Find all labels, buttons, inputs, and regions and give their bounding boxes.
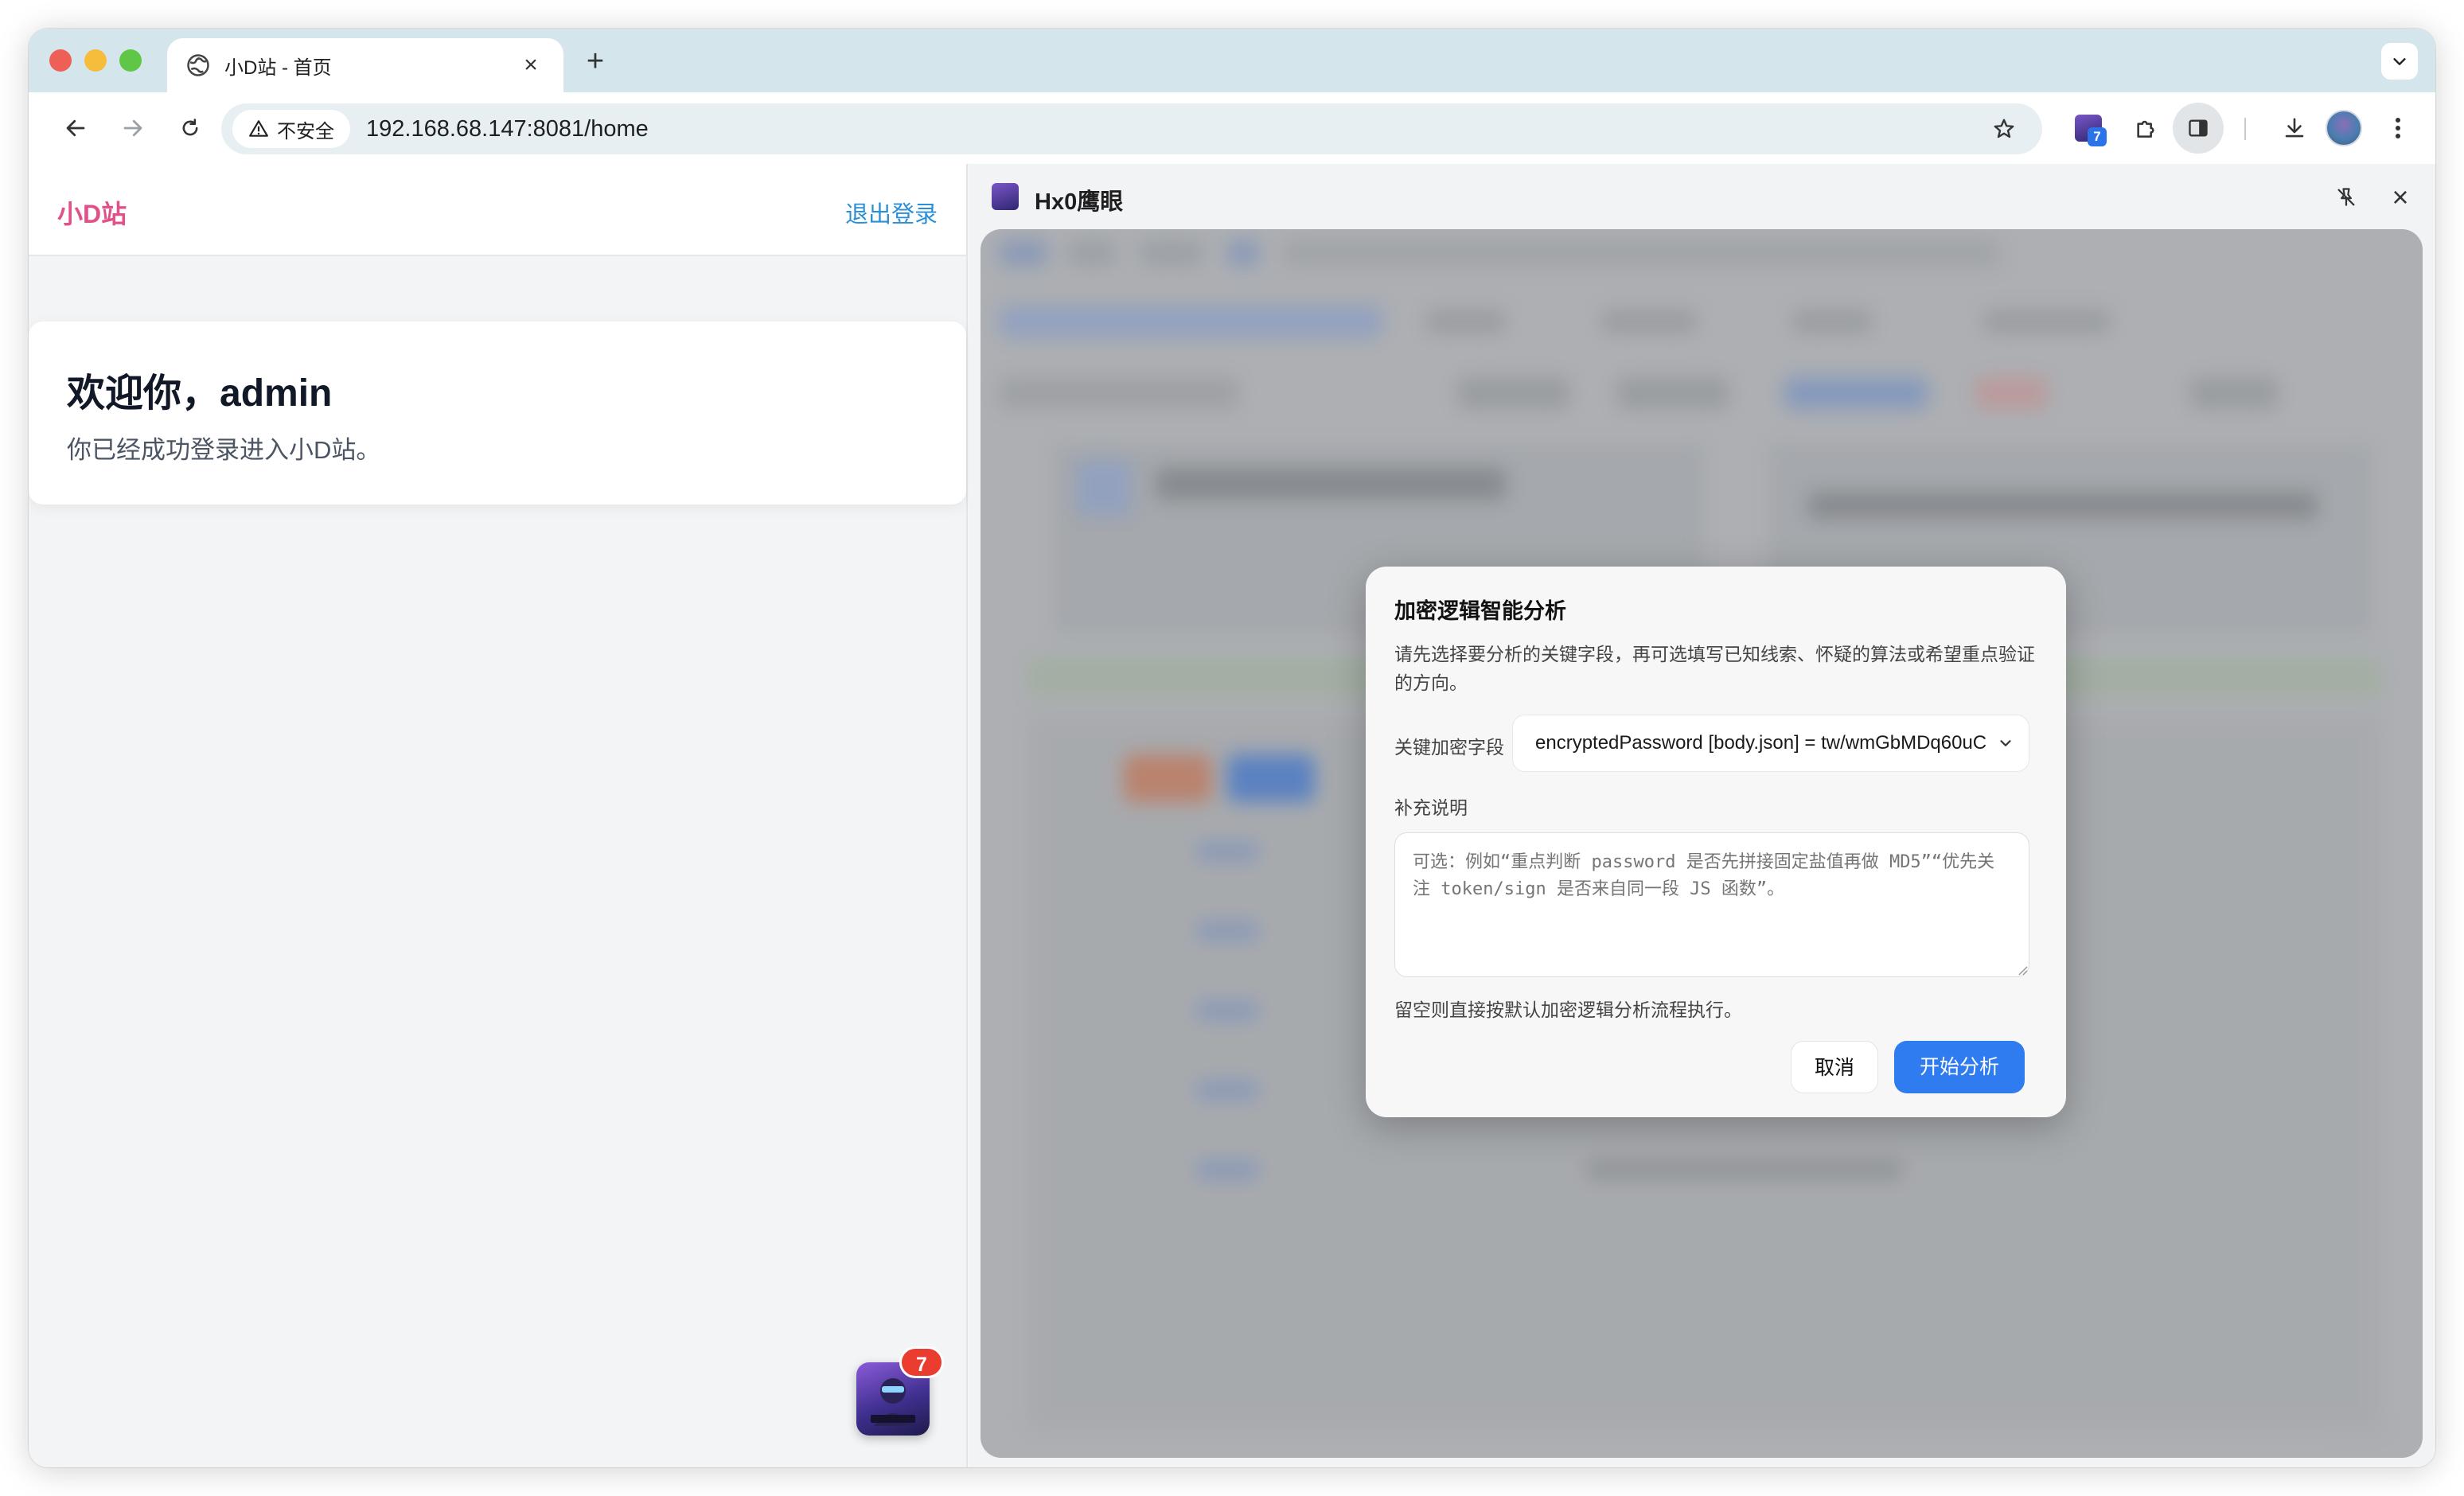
downloads-button[interactable] xyxy=(2275,108,2314,148)
security-indicator[interactable]: 不安全 xyxy=(232,110,350,148)
hawkeye-extension-button[interactable]: 7 xyxy=(2068,108,2108,148)
key-field-value: encryptedPassword [body.json] = tw/wmGbM… xyxy=(1535,732,1987,754)
profile-avatar[interactable] xyxy=(2326,110,2362,146)
more-vertical-icon xyxy=(2396,118,2400,138)
start-analysis-button[interactable]: 开始分析 xyxy=(1894,1041,2025,1093)
arrow-right-icon xyxy=(123,119,142,137)
side-panel-header: Hx0鹰眼 × xyxy=(969,164,2435,229)
logout-link[interactable]: 退出登录 xyxy=(845,196,938,229)
arrow-left-icon xyxy=(66,119,85,137)
reload-icon xyxy=(182,119,198,136)
dialog-title: 加密逻辑智能分析 xyxy=(1394,599,1566,623)
globe-icon xyxy=(187,54,209,76)
tab-title: 小D站 - 首页 xyxy=(224,56,332,79)
new-tab-button[interactable]: + xyxy=(578,45,613,80)
extensions-button[interactable] xyxy=(2126,108,2166,148)
active-tab[interactable]: 小D站 - 首页 × xyxy=(167,38,563,92)
cancel-button[interactable]: 取消 xyxy=(1791,1041,1878,1093)
browser-window: 小D站 - 首页 × + 不安全 192.168.68.147:8081/hom… xyxy=(29,29,2435,1467)
security-label: 不安全 xyxy=(277,120,334,142)
star-icon xyxy=(1994,119,2014,138)
toolbar-divider xyxy=(2244,118,2246,140)
address-bar[interactable]: 不安全 192.168.68.147:8081/home xyxy=(221,103,2042,154)
chevron-down-icon xyxy=(2393,58,2406,65)
site-brand[interactable]: 小D站 xyxy=(57,194,127,231)
warning-icon xyxy=(249,120,268,137)
tab-search-button[interactable] xyxy=(2381,43,2418,80)
side-panel-title: Hx0鹰眼 xyxy=(1035,189,1124,215)
tab-close-icon[interactable]: × xyxy=(517,52,544,79)
puzzle-icon xyxy=(2137,120,2154,138)
zoom-window-button[interactable] xyxy=(119,49,142,72)
download-icon xyxy=(2285,118,2304,138)
side-panel-close-icon[interactable]: × xyxy=(2384,181,2416,213)
chevron-down-icon xyxy=(2000,740,2011,746)
dialog-hint: 留空则直接按默认加密逻辑分析流程执行。 xyxy=(1394,999,1742,1020)
minimize-window-button[interactable] xyxy=(84,49,107,72)
url-text[interactable]: 192.168.68.147:8081/home xyxy=(366,116,1985,142)
browser-toolbar: 不安全 192.168.68.147:8081/home 7 xyxy=(29,92,2435,164)
forward-button[interactable] xyxy=(115,110,151,146)
web-page: 小D站 退出登录 欢迎你，admin 你已经成功登录进入小D站。 7 xyxy=(29,164,968,1467)
key-field-label: 关键加密字段 xyxy=(1394,737,1504,758)
extension-badge: 7 xyxy=(2088,127,2107,146)
welcome-subtitle: 你已经成功登录进入小D站。 xyxy=(67,436,381,464)
notes-label: 补充说明 xyxy=(1394,797,1468,818)
site-header: 小D站 退出登录 xyxy=(29,164,966,256)
encryption-analysis-dialog: 加密逻辑智能分析 请先选择要分析的关键字段，再可选填写已知线索、怀疑的算法或希望… xyxy=(1366,567,2066,1117)
resize-grip-icon[interactable] xyxy=(2017,964,2028,976)
dialog-description: 请先选择要分析的关键字段，再可选填写已知线索、怀疑的算法或希望重点验证的方向。 xyxy=(1394,644,2035,693)
unpin-button[interactable] xyxy=(2330,181,2362,213)
reload-button[interactable] xyxy=(172,110,209,146)
browser-menu-button[interactable] xyxy=(2378,108,2418,148)
welcome-card: 欢迎你，admin 你已经成功登录进入小D站。 xyxy=(29,321,966,505)
side-panel-button[interactable] xyxy=(2173,103,2224,154)
key-field-select[interactable]: encryptedPassword [body.json] = tw/wmGbM… xyxy=(1512,715,2029,772)
hawkeye-logo-icon xyxy=(992,183,1019,210)
floating-notification-badge: 7 xyxy=(899,1346,944,1378)
welcome-title: 欢迎你，admin xyxy=(67,372,333,415)
close-window-button[interactable] xyxy=(49,49,72,72)
bookmark-button[interactable] xyxy=(1985,117,2023,141)
unpin-icon xyxy=(2337,188,2355,206)
tab-strip: 小D站 - 首页 × + xyxy=(29,29,2435,92)
side-panel-icon xyxy=(2189,119,2208,137)
back-button[interactable] xyxy=(57,110,94,146)
desktop: 小D站 - 首页 × + 不安全 192.168.68.147:8081/hom… xyxy=(0,0,2464,1496)
notes-textarea[interactable] xyxy=(1394,832,2029,977)
